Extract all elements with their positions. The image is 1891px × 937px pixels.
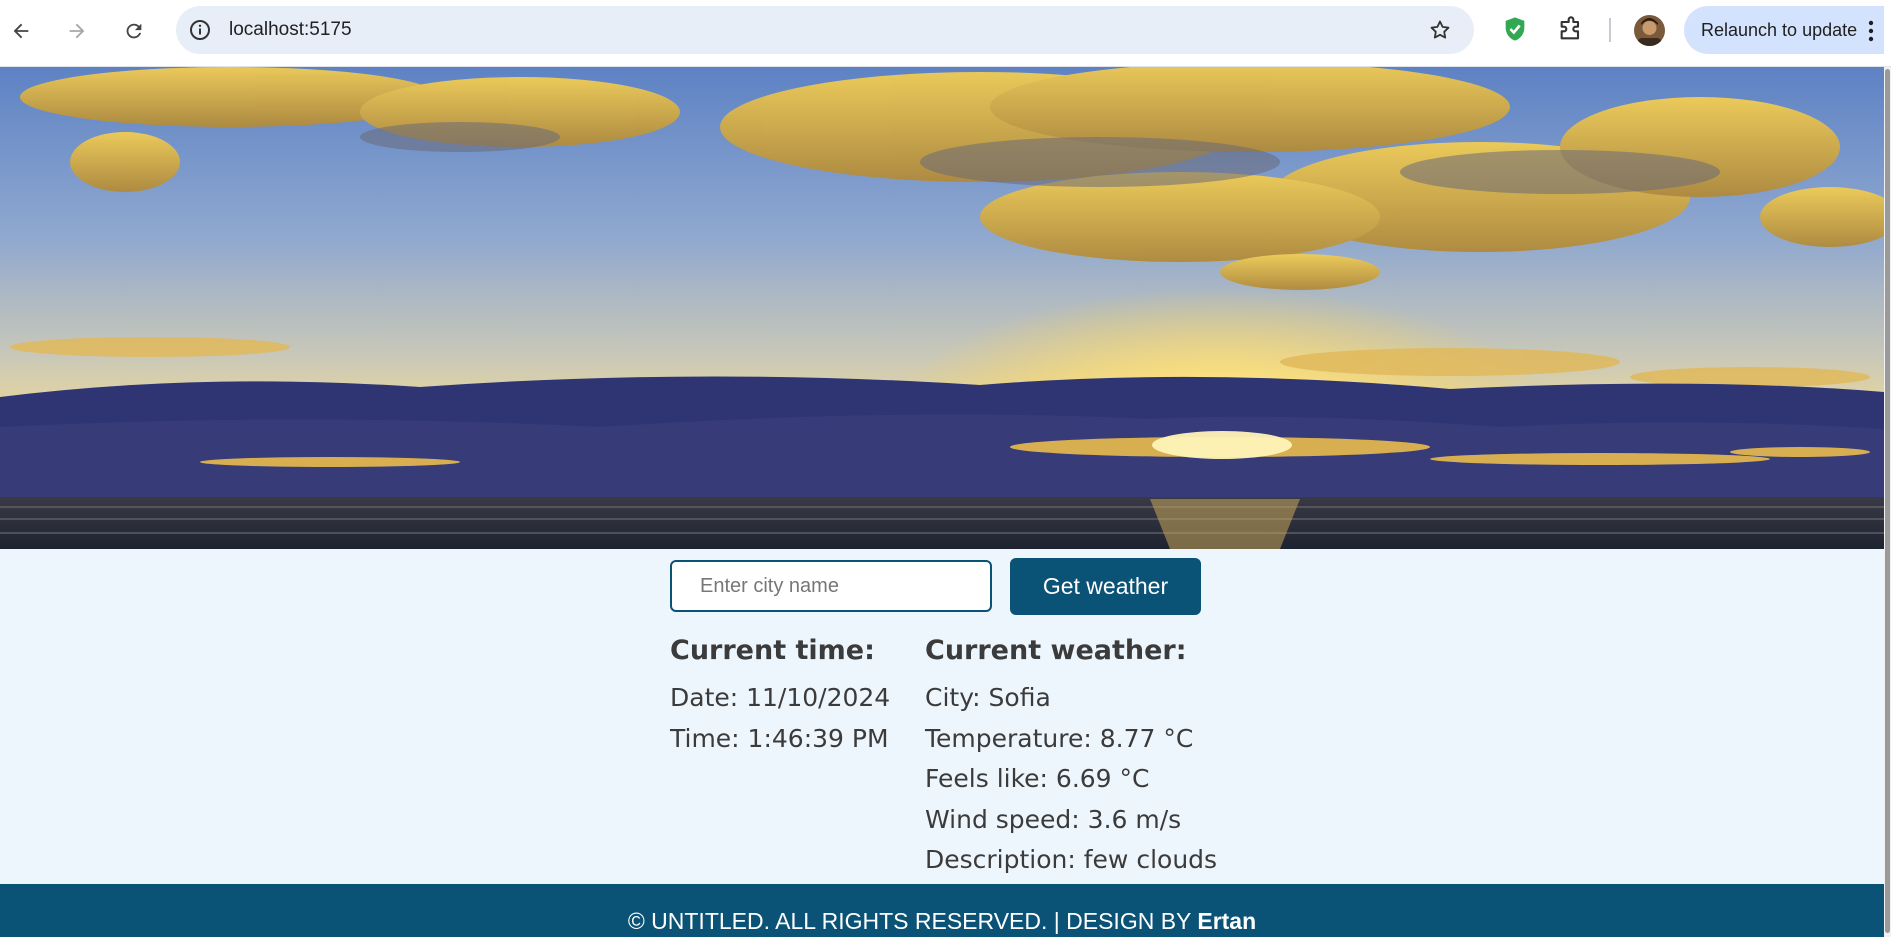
designer-name: Ertan [1197,908,1257,934]
browser-toolbar: localhost:5175 Relaunch to update [0,0,1891,67]
current-time-panel: Current time: Date: 11/10/2024 Time: 1:4… [670,630,890,759]
page-scrollbar[interactable] [1884,67,1891,937]
current-time-heading: Current time: [670,635,875,666]
current-weather-heading: Current weather: [925,635,1187,666]
time-text: Time: 1:46:39 PM [670,723,889,753]
scrollbar-thumb[interactable] [1885,69,1890,933]
relaunch-to-update-button[interactable]: Relaunch to update [1684,6,1884,54]
profile-avatar[interactable] [1634,15,1665,46]
kebab-menu-icon[interactable] [1868,20,1874,42]
arrow-right-icon [69,23,85,39]
toolbar-divider [1609,18,1611,42]
sunset-sea-illustration [0,67,1884,549]
reload-button[interactable] [116,13,152,49]
reload-icon [126,23,142,39]
forward-button[interactable] [59,13,95,49]
temperature-text: Temperature: 8.77 °C [925,723,1194,753]
bookmark-star-icon[interactable] [1428,18,1452,42]
extensions-puzzle-icon[interactable] [1557,15,1585,43]
get-weather-button[interactable]: Get weather [1010,558,1201,615]
city-name-input[interactable] [670,560,992,612]
arrow-left-icon [13,23,29,39]
footer-text: © UNTITLED. ALL RIGHTS RESERVED. | DESIG… [0,908,1884,935]
avatar-image [1634,15,1665,46]
current-weather-panel: Current weather: City: Sofia Temperature… [925,630,1217,881]
address-bar[interactable]: localhost:5175 [176,6,1474,54]
page-footer: © UNTITLED. ALL RIGHTS RESERVED. | DESIG… [0,884,1884,937]
shield-extension-icon[interactable] [1501,15,1529,43]
wind-speed-text: Wind speed: 3.6 m/s [925,804,1182,834]
city-text: City: Sofia [925,683,1051,712]
info-icon[interactable] [188,18,212,42]
address-url[interactable]: localhost:5175 [229,19,352,41]
description-text: Description: few clouds [925,845,1218,874]
back-button[interactable] [3,13,39,49]
feels-like-text: Feels like: 6.69 °C [925,764,1150,793]
copyright-text: © UNTITLED. ALL RIGHTS RESERVED. | DESIG… [627,908,1198,934]
hero-banner-image [0,67,1884,549]
relaunch-label: Relaunch to update [1701,19,1858,40]
date-text: Date: 11/10/2024 [670,683,891,712]
